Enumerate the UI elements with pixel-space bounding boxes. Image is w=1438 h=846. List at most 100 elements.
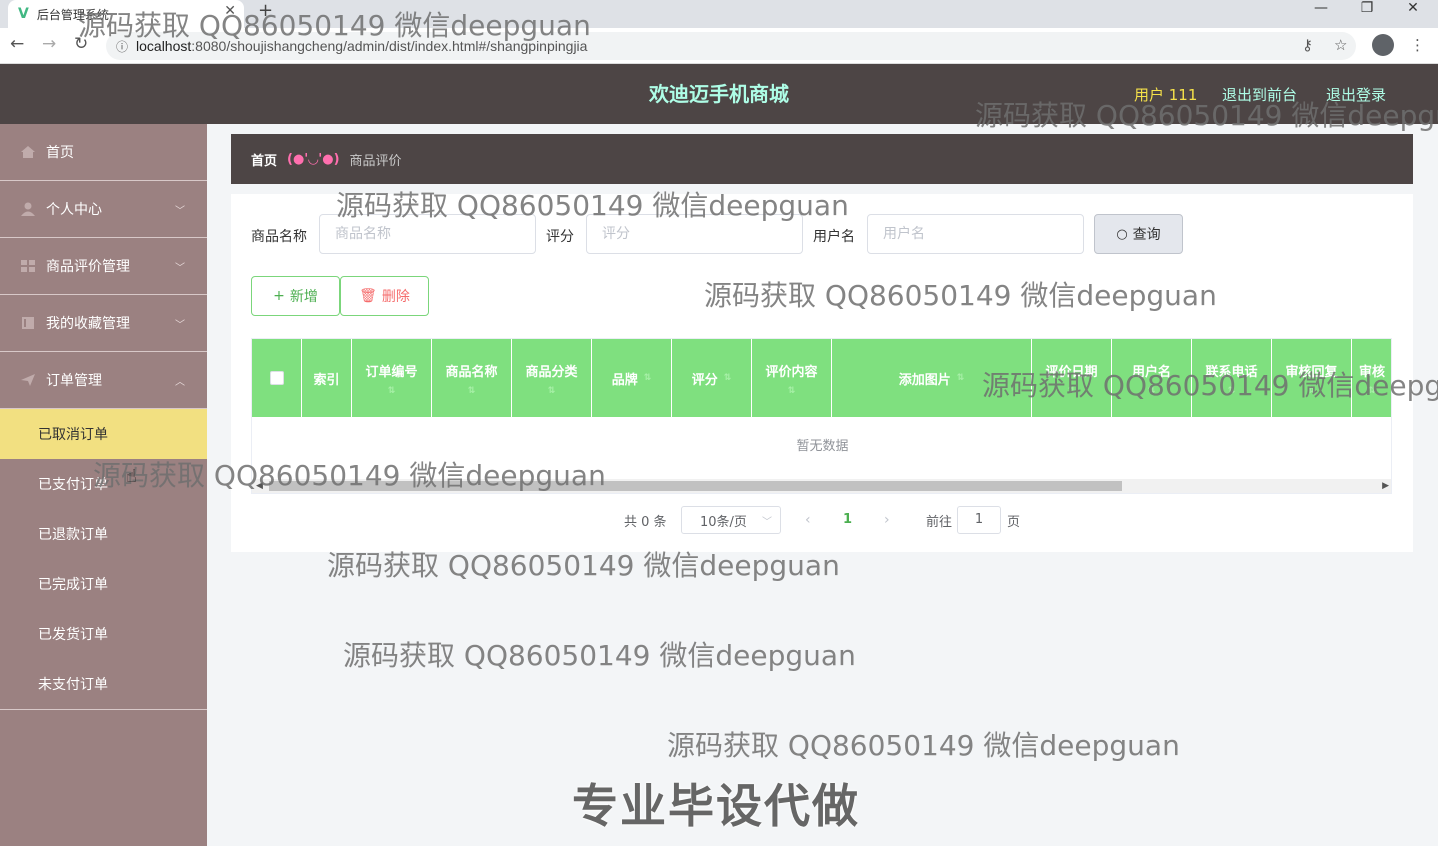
sidebar-item-completed-orders[interactable]: 已完成订单 — [0, 559, 207, 609]
next-page-icon[interactable]: › — [884, 506, 890, 534]
forward-icon[interactable]: → — [42, 34, 56, 54]
sort-icon[interactable]: ⇅ — [1308, 386, 1316, 396]
sort-icon[interactable]: ⇅ — [644, 373, 652, 383]
column-label: 索引 — [313, 372, 340, 388]
url-path: :8080/shoujishangcheng/admin/dist/index.… — [191, 38, 588, 54]
column-header[interactable]: 评价内容 ⇅ — [752, 339, 832, 417]
column-header[interactable]: 联系电话 ⇅ — [1192, 339, 1272, 417]
profile-avatar-icon[interactable] — [1372, 34, 1394, 56]
column-header[interactable]: 添加图片 ⇅ — [832, 339, 1032, 417]
column-header[interactable]: 用户名 ⇅ — [1112, 339, 1192, 417]
sidebar-item-label: 商品评价管理 — [46, 259, 130, 275]
sort-icon[interactable]: ⇅ — [724, 373, 732, 383]
delete-button-label: 删除 — [381, 289, 410, 305]
scroll-left-icon[interactable]: ◀ — [256, 479, 263, 493]
vue-logo-icon: V — [18, 6, 29, 22]
goto-page-input[interactable]: 1 — [957, 506, 1001, 534]
back-icon[interactable]: ← — [10, 34, 24, 54]
sort-icon[interactable]: ⇅ — [548, 386, 556, 396]
sidebar-item-label: 首页 — [46, 145, 74, 161]
tab-close-icon[interactable]: ✕ — [224, 3, 236, 19]
info-icon[interactable]: ⓘ — [116, 38, 128, 55]
sort-icon[interactable]: ⇅ — [388, 386, 396, 396]
sidebar-item-refunded-orders[interactable]: 已退款订单 — [0, 509, 207, 559]
scroll-right-icon[interactable]: ▶ — [1382, 479, 1389, 493]
restore-icon[interactable]: ❐ — [1344, 0, 1390, 16]
column-header[interactable]: 评价日期 ⇅ — [1032, 339, 1112, 417]
product-name-label: 商品名称 — [251, 229, 307, 245]
column-header[interactable]: 商品分类 ⇅ — [512, 339, 592, 417]
browser-tab[interactable]: V 后台管理系统 ✕ — [8, 0, 244, 28]
column-header[interactable]: 审核 ⇅ — [1352, 339, 1391, 417]
page-size-select[interactable]: 10条/页 ﹀ — [681, 506, 781, 534]
score-input[interactable] — [586, 214, 803, 254]
logout-link[interactable]: 退出登录 — [1326, 84, 1386, 105]
sidebar-item-cancelled-orders[interactable]: 已取消订单 — [0, 409, 207, 459]
select-all-cell — [252, 339, 302, 417]
window-close-icon[interactable]: ✕ — [1390, 0, 1436, 16]
key-icon[interactable]: ⚷ — [1302, 36, 1313, 54]
sidebar-item-label: 我的收藏管理 — [46, 316, 130, 332]
user-icon — [21, 202, 35, 216]
sidebar-item-order-management[interactable]: 订单管理 ︿ — [0, 352, 207, 409]
minimize-icon[interactable]: — — [1298, 0, 1344, 16]
column-header[interactable]: 商品名称 ⇅ — [432, 339, 512, 417]
mouse-pointer-icon: ☝ — [126, 466, 137, 487]
sidebar-item-home[interactable]: 首页 — [0, 124, 207, 181]
breadcrumb-home[interactable]: 首页 — [251, 150, 277, 169]
column-label: 订单编号 — [365, 364, 418, 380]
sidebar-item-review-management[interactable]: 商品评价管理 ﹀ — [0, 238, 207, 295]
sort-icon[interactable]: ⇅ — [957, 373, 965, 383]
select-all-checkbox[interactable] — [269, 371, 284, 385]
column-label: 用户名 — [1131, 364, 1171, 380]
sidebar-item-profile[interactable]: 个人中心 ﹀ — [0, 181, 207, 238]
page-suffix: 页 — [1007, 514, 1021, 530]
book-icon — [22, 317, 34, 329]
column-header[interactable]: 审核回复 ⇅ — [1272, 339, 1352, 417]
empty-table-message: 暂无数据 — [796, 439, 849, 454]
add-button[interactable]: + 新增 — [251, 276, 340, 316]
horizontal-scrollbar[interactable]: ◀ ▶ — [252, 479, 1391, 493]
sort-icon[interactable]: ⇅ — [1148, 386, 1156, 396]
search-button[interactable]: ○ 查询 — [1094, 214, 1183, 254]
delete-button[interactable]: 🗑 删除 — [340, 276, 429, 316]
sort-icon[interactable]: ⇅ — [788, 386, 796, 396]
reload-icon[interactable]: ↻ — [74, 34, 88, 54]
scrollbar-thumb[interactable] — [269, 481, 1122, 491]
sidebar-item-favorites-management[interactable]: 我的收藏管理 ﹀ — [0, 295, 207, 352]
grid-icon — [21, 260, 35, 272]
trash-icon: 🗑 — [359, 288, 377, 304]
column-header[interactable]: 品牌 ⇅ — [592, 339, 672, 417]
home-icon — [21, 146, 35, 158]
product-name-input[interactable] — [319, 214, 536, 254]
current-user: 用户 111 — [1134, 86, 1198, 104]
column-label: 添加图片 — [898, 372, 951, 388]
column-header[interactable]: 订单编号 ⇅ — [352, 339, 432, 417]
bookmark-star-icon[interactable]: ☆ — [1334, 36, 1347, 54]
chevron-up-icon: ︿ — [175, 376, 185, 388]
column-label: 联系电话 — [1205, 364, 1258, 380]
sort-icon[interactable]: ⇅ — [1068, 386, 1076, 396]
username-input[interactable] — [867, 214, 1084, 254]
browser-menu-icon[interactable]: ⋮ — [1410, 36, 1425, 54]
sidebar-item-shipped-orders[interactable]: 已发货订单 — [0, 609, 207, 659]
column-header[interactable]: 评分 ⇅ — [672, 339, 752, 417]
back-to-front-link[interactable]: 退出到前台 — [1222, 84, 1297, 105]
sort-icon[interactable]: ⇅ — [1368, 386, 1376, 396]
sort-icon[interactable]: ⇅ — [1228, 386, 1236, 396]
url-field[interactable]: ⓘ localhost:8080/shoujishangcheng/admin/… — [106, 32, 1356, 60]
score-label: 评分 — [546, 229, 574, 245]
sort-icon[interactable]: ⇅ — [468, 386, 476, 396]
sidebar-item-paid-orders[interactable]: 已支付订单 — [0, 459, 207, 509]
breadcrumb: 首页 (●'◡'●) 商品评价 — [231, 134, 1413, 184]
new-tab-button[interactable]: + — [258, 0, 273, 21]
column-label: 评分 — [691, 372, 718, 388]
current-page[interactable]: 1 — [843, 506, 852, 534]
column-label: 评价内容 — [765, 364, 818, 380]
plus-icon: + — [273, 288, 285, 304]
page-size-value: 10条/页 — [700, 514, 747, 530]
column-label: 商品分类 — [525, 364, 578, 380]
sidebar-item-unpaid-orders[interactable]: 未支付订单 — [0, 659, 207, 709]
prev-page-icon[interactable]: ‹ — [805, 506, 811, 534]
search-icon: ○ — [1116, 226, 1128, 242]
